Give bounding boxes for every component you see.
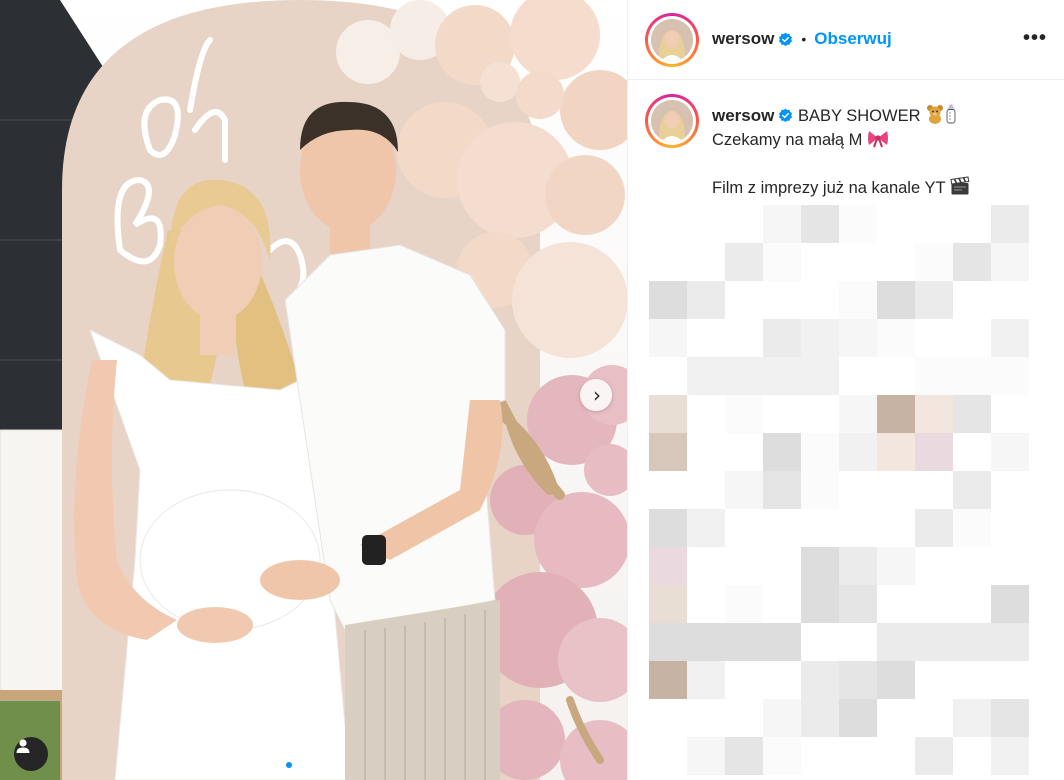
- caption-line-1: BABY SHOWER: [797, 107, 921, 125]
- ribbon-emoji: [867, 131, 888, 148]
- clapper-board-emoji: [950, 176, 970, 195]
- tagged-users-button[interactable]: [14, 737, 48, 771]
- carousel-next-button[interactable]: ›: [580, 379, 612, 411]
- caption-line-2: Czekamy na małą M: [712, 131, 863, 149]
- carousel-dot: [316, 762, 322, 768]
- carousel-dot: [306, 762, 312, 768]
- user-tag-icon: [16, 739, 30, 753]
- photo-illustration: [0, 0, 627, 780]
- carousel-dot-active: [286, 762, 292, 768]
- more-options-icon[interactable]: •••: [1023, 27, 1047, 50]
- post-caption: wersow BABY SHOWER Czekamy na małą M Fil…: [712, 104, 1052, 200]
- instagram-post-view: › wersow • Obserwuj ••• wersow BABY SHOW…: [0, 0, 1064, 780]
- verified-badge-icon: [779, 108, 793, 123]
- teddy-bear-emoji: [927, 105, 944, 124]
- carousel-indicator: [286, 762, 322, 768]
- author-username[interactable]: wersow: [712, 29, 774, 49]
- post-header: wersow • Obserwuj •••: [628, 0, 1064, 80]
- caption-line-3: Film z imprezy już na kanale YT: [712, 179, 946, 197]
- carousel-dot: [296, 762, 302, 768]
- avatar-photo: [651, 19, 693, 61]
- follow-button[interactable]: Obserwuj: [814, 29, 891, 49]
- caption-author-avatar[interactable]: [645, 94, 699, 148]
- post-photo[interactable]: ›: [0, 0, 627, 780]
- verified-badge-icon: [779, 32, 793, 46]
- header-separator: •: [801, 31, 807, 47]
- baby-bottle-emoji: [946, 104, 956, 124]
- post-sidebar: wersow • Obserwuj ••• wersow BABY SHOWER…: [627, 0, 1064, 780]
- author-avatar[interactable]: [645, 13, 699, 67]
- caption-username[interactable]: wersow: [712, 106, 774, 125]
- chevron-right-icon: ›: [593, 383, 601, 407]
- avatar-photo: [651, 100, 693, 142]
